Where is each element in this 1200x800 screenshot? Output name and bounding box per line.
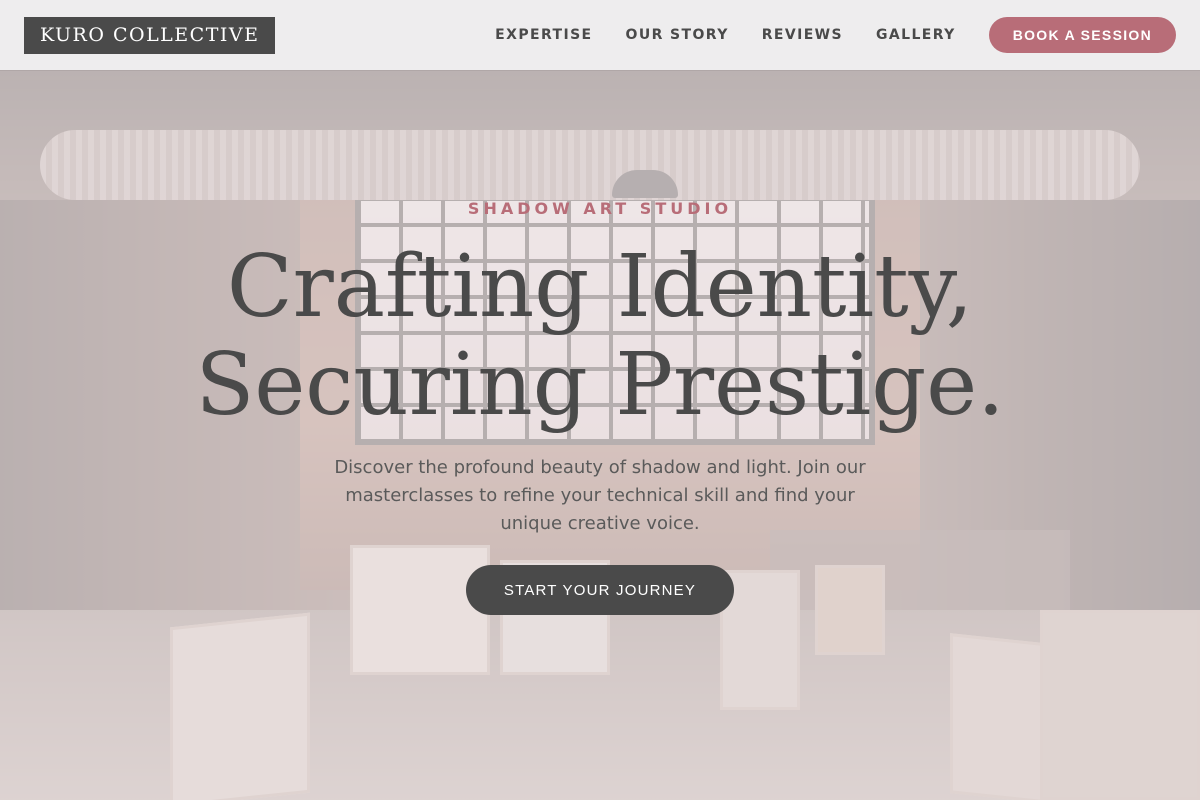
hero-headline: Crafting Identity, Securing Prestige.: [0, 238, 1200, 434]
brand-logo[interactable]: KURO COLLECTIVE: [24, 16, 276, 54]
nav-link-gallery[interactable]: GALLERY: [876, 27, 956, 43]
main-nav: EXPERTISE OUR STORY REVIEWS GALLERY BOOK…: [495, 17, 1176, 53]
site-header: KURO COLLECTIVE EXPERTISE OUR STORY REVI…: [0, 0, 1200, 70]
nav-link-our-story[interactable]: OUR STORY: [626, 27, 729, 43]
nav-link-reviews[interactable]: REVIEWS: [762, 27, 843, 43]
nav-link-expertise[interactable]: EXPERTISE: [495, 27, 592, 43]
start-journey-button[interactable]: START YOUR JOURNEY: [466, 565, 734, 615]
hero-headline-line-1: Crafting Identity,: [226, 237, 974, 337]
hero-content: SHADOW ART STUDIO Crafting Identity, Sec…: [0, 0, 1200, 800]
book-session-button[interactable]: BOOK A SESSION: [988, 17, 1176, 53]
hero-eyebrow: SHADOW ART STUDIO: [467, 199, 733, 218]
hero-intro-text: Discover the profound beauty of shadow a…: [334, 457, 866, 534]
hero-headline-line-2: Securing Prestige.: [195, 335, 1005, 435]
